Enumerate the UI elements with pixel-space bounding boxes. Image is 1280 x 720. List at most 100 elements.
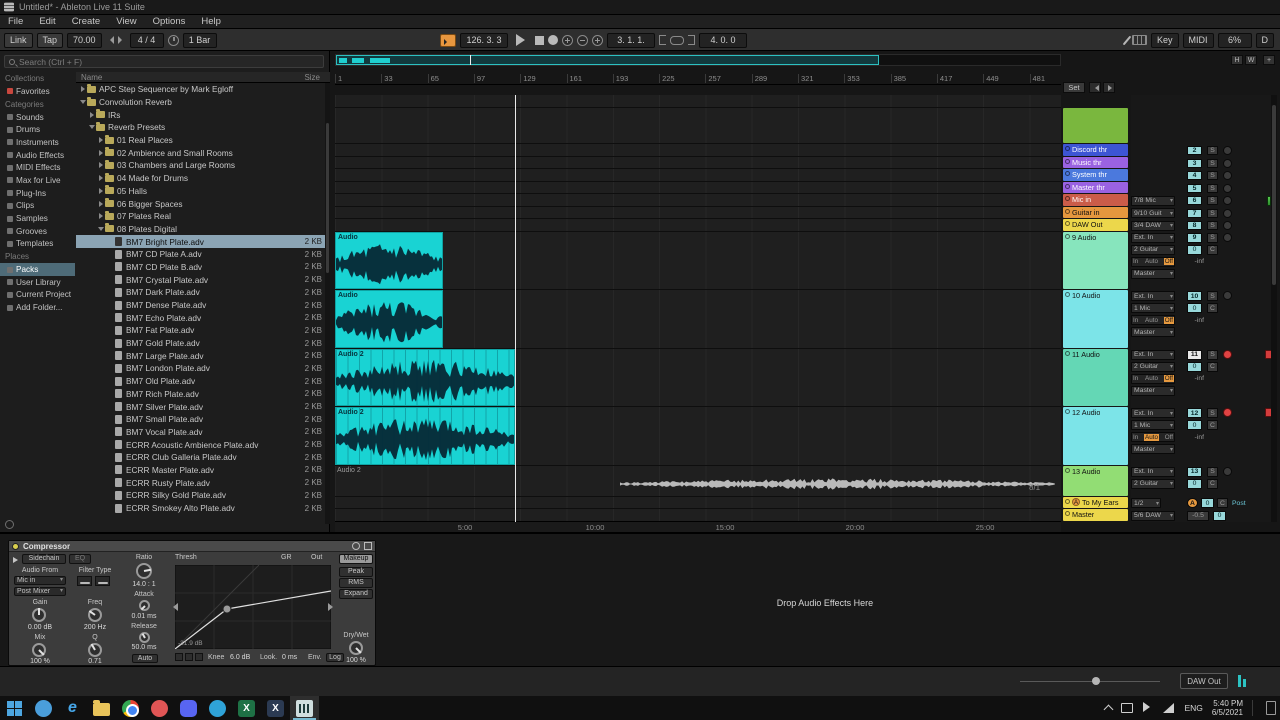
time-signature-display[interactable]: 4 / 4: [129, 32, 164, 48]
freq-knob[interactable]: [88, 608, 102, 622]
solo-button[interactable]: S: [1207, 146, 1218, 155]
device-title-bar[interactable]: Compressor: [9, 541, 375, 552]
monitor-off[interactable]: Off: [1163, 375, 1174, 382]
punch-out-button[interactable]: [688, 35, 695, 45]
column-header-name[interactable]: Name: [81, 72, 102, 82]
input-channel-chooser[interactable]: 2 Guitar: [1131, 478, 1175, 489]
expand-icon[interactable]: [97, 200, 105, 208]
track-activator[interactable]: 2: [1187, 146, 1202, 155]
fold-icon[interactable]: [1065, 208, 1070, 214]
sidebar-item-user-library[interactable]: User Library: [0, 276, 75, 289]
track-activator[interactable]: 4: [1187, 171, 1202, 180]
daw-out-indicator[interactable]: DAW Out: [1180, 673, 1228, 689]
track-activator[interactable]: 7: [1187, 208, 1202, 218]
volume-icon[interactable]: [1142, 702, 1154, 713]
pre-post-toggle[interactable]: Post: [1231, 498, 1255, 508]
arm-button[interactable]: [1223, 183, 1232, 193]
input-channel-chooser[interactable]: 1 Mic: [1131, 420, 1175, 430]
sidebar-item-audio-effects[interactable]: Audio Effects: [0, 149, 75, 162]
taskbar-chrome[interactable]: [116, 696, 145, 720]
sidebar-item-sounds[interactable]: Sounds: [0, 111, 75, 124]
fold-icon[interactable]: [1065, 196, 1070, 201]
expand-icon[interactable]: [97, 174, 105, 182]
overdub-button[interactable]: [562, 34, 573, 46]
output-slider-handle[interactable]: [1092, 677, 1100, 685]
monitor-in[interactable]: In: [1132, 317, 1139, 324]
track-header-13-audio[interactable]: 13 Audio: [1063, 465, 1128, 496]
save-preset-icon[interactable]: [364, 542, 372, 550]
fold-icon[interactable]: [1065, 350, 1070, 356]
track-lane-discord-thr[interactable]: [335, 144, 1061, 157]
punch-in-button[interactable]: [659, 35, 666, 45]
hot-swap-icon[interactable]: [352, 542, 360, 550]
track-lane-daw-out[interactable]: [335, 219, 1061, 232]
threshold-arrow-left-icon[interactable]: [169, 603, 178, 611]
track-lane-12-audio[interactable]: Audio 2: [335, 407, 1061, 466]
beat-ruler[interactable]: 1 33 65 97 129 161 193 225 257 289 321 353 385 417 449…: [335, 72, 1061, 85]
solo-button[interactable]: S: [1207, 208, 1218, 218]
monitor-auto[interactable]: Auto: [1144, 433, 1159, 441]
fold-icon[interactable]: [1065, 409, 1070, 414]
mix-knob[interactable]: [32, 643, 46, 657]
sidechain-toggle[interactable]: Sidechain: [22, 554, 66, 564]
input-channel-chooser[interactable]: 2 Guitar: [1131, 361, 1175, 372]
collapse-icon[interactable]: [79, 98, 87, 106]
attack-knob[interactable]: [139, 600, 150, 611]
track-lane-mic-in[interactable]: [335, 194, 1061, 207]
audio-clip-audio-10[interactable]: Audio: [335, 290, 443, 348]
audio-clip-audio-2-12[interactable]: Audio 2: [335, 407, 515, 465]
sidebar-item-favorites[interactable]: Favorites: [0, 85, 75, 98]
track-header-9-audio[interactable]: 9 Audio: [1063, 231, 1128, 289]
volume-value[interactable]: 0: [1187, 361, 1202, 372]
arm-button[interactable]: [1223, 196, 1232, 205]
fold-icon[interactable]: [1065, 511, 1070, 516]
track-lane-9-audio[interactable]: Audio: [335, 231, 1061, 290]
pan-knob[interactable]: C: [1207, 478, 1218, 489]
taskbar-ableton-live[interactable]: [290, 696, 319, 720]
expand-icon[interactable]: [79, 85, 87, 93]
track-lane-master[interactable]: [335, 509, 1061, 522]
monitor-off[interactable]: Off: [1163, 316, 1174, 324]
arm-button[interactable]: [1223, 171, 1232, 180]
expand-mode-button[interactable]: Expand: [339, 589, 373, 599]
taskbar-app-red[interactable]: [145, 696, 174, 720]
drywet-knob[interactable]: [349, 641, 363, 655]
return-activator[interactable]: A: [1187, 498, 1198, 508]
track-activator[interactable]: 11: [1187, 349, 1202, 360]
sidebar-item-drums[interactable]: Drums: [0, 123, 75, 136]
previous-locator-button[interactable]: [1089, 82, 1101, 93]
monitor-off[interactable]: Off: [1163, 258, 1174, 265]
taskbar-excel[interactable]: X: [232, 696, 261, 720]
filter-type-lowpass-button[interactable]: [77, 576, 92, 586]
taskbar-vscode[interactable]: X: [261, 696, 290, 720]
clock[interactable]: 5:40 PM 6/5/2021: [1212, 699, 1243, 717]
next-locator-button[interactable]: [1103, 82, 1115, 93]
set-locator-button[interactable]: Set: [1063, 82, 1085, 93]
optimize-width-button[interactable]: W: [1245, 55, 1257, 65]
track-activator[interactable]: 5: [1187, 183, 1202, 193]
pan-knob[interactable]: C: [1207, 361, 1218, 372]
taskbar-search[interactable]: [29, 696, 58, 720]
taskbar-file-explorer[interactable]: [87, 696, 116, 720]
midi-map-button[interactable]: MIDI: [1182, 32, 1214, 48]
menu-file[interactable]: File: [0, 15, 31, 29]
solo-button[interactable]: S: [1207, 221, 1218, 230]
column-header-size[interactable]: Size: [304, 72, 320, 82]
track-lane-10-audio[interactable]: Audio: [335, 290, 1061, 349]
track-lane-system-thr[interactable]: [335, 169, 1061, 182]
taskbar-discord[interactable]: [174, 696, 203, 720]
monitor-auto[interactable]: Auto: [1144, 258, 1159, 265]
monitor-off[interactable]: Off: [1164, 434, 1174, 441]
device-activator-led[interactable]: [12, 542, 19, 550]
track-lane[interactable]: [335, 108, 1061, 144]
action-center-button[interactable]: [1266, 701, 1276, 715]
solo-button[interactable]: S: [1207, 232, 1218, 243]
solo-button[interactable]: S: [1207, 349, 1218, 360]
track-lane[interactable]: [335, 95, 1061, 108]
metronome-toggle[interactable]: [167, 34, 179, 46]
nudge-up-button[interactable]: [117, 36, 126, 44]
browser-item-ecrr-smokey-alto-plate-adv[interactable]: ECRR Smokey Alto Plate.adv 2 KB: [76, 502, 330, 515]
output-chooser[interactable]: 5/6 DAW: [1131, 510, 1175, 521]
sidebar-item-packs[interactable]: Packs: [0, 263, 75, 276]
browser-item-bm7-london-plate-adv[interactable]: BM7 London Plate.adv 2 KB: [76, 362, 330, 375]
